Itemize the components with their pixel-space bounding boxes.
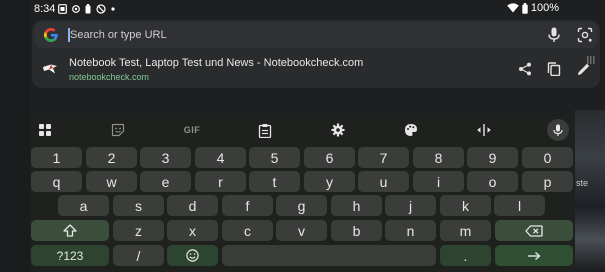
status-bar: 8:34 100%	[30, 0, 575, 18]
google-logo-icon	[44, 28, 58, 42]
wifi-icon	[507, 3, 519, 13]
edit-pencil-icon[interactable]	[577, 62, 591, 76]
keyboard-toolbar: GIF	[30, 117, 575, 143]
key-b[interactable]: b	[331, 220, 382, 241]
lens-icon[interactable]	[577, 27, 593, 43]
key-j[interactable]: j	[385, 195, 436, 216]
key-h[interactable]: h	[331, 195, 382, 216]
key-v[interactable]: v	[276, 220, 327, 241]
copy-icon[interactable]	[547, 62, 561, 76]
key-7[interactable]: 7	[358, 147, 409, 168]
screen: ste 8:34 100% Search or type URL Noteboo…	[0, 0, 605, 272]
share-icon[interactable]	[518, 62, 532, 76]
key-e[interactable]: e	[140, 171, 191, 192]
status-time: 8:34	[34, 3, 56, 15]
key-1[interactable]: 1	[31, 147, 82, 168]
vpn-icon	[72, 5, 80, 13]
key-f[interactable]: f	[222, 195, 273, 216]
key-x[interactable]: x	[167, 220, 218, 241]
go-key[interactable]	[495, 245, 573, 266]
emoji-icon	[186, 249, 199, 262]
key-p[interactable]: p	[522, 171, 573, 192]
shift-key[interactable]	[31, 220, 109, 241]
key-u[interactable]: u	[358, 171, 409, 192]
site-favicon-icon	[43, 64, 57, 74]
key-o[interactable]: o	[467, 171, 518, 192]
background-partial-text: ste	[576, 178, 589, 188]
search-input[interactable]	[70, 24, 470, 46]
key-5[interactable]: 5	[249, 147, 300, 168]
search-bar[interactable]	[34, 22, 598, 48]
shift-icon	[63, 224, 77, 237]
left-edge	[0, 0, 30, 272]
mic-icon[interactable]	[547, 27, 561, 43]
key-8[interactable]: 8	[413, 147, 464, 168]
clipboard-icon[interactable]	[250, 117, 280, 143]
key-z[interactable]: z	[113, 220, 164, 241]
key-9[interactable]: 9	[467, 147, 518, 168]
period-key[interactable]: .	[440, 245, 491, 266]
voice-input-icon[interactable]	[547, 119, 569, 141]
key-i[interactable]: i	[413, 171, 464, 192]
backspace-icon	[525, 224, 543, 237]
cursor-move-icon[interactable]	[469, 117, 499, 143]
key-6[interactable]: 6	[304, 147, 355, 168]
key-c[interactable]: c	[222, 220, 273, 241]
battery-icon	[522, 2, 528, 14]
battery-percent: 100%	[530, 2, 559, 14]
key-3[interactable]: 3	[140, 147, 191, 168]
apps-icon[interactable]	[30, 117, 60, 143]
key-m[interactable]: m	[440, 220, 491, 241]
keyboard: GIF 1 2 3 4 5 6 7 8 9 0 q w e r t y u i …	[30, 117, 575, 272]
slash-key[interactable]: /	[113, 245, 164, 266]
key-g[interactable]: g	[276, 195, 327, 216]
key-a[interactable]: a	[58, 195, 109, 216]
settings-icon[interactable]	[323, 117, 353, 143]
key-w[interactable]: w	[86, 171, 137, 192]
battery-saver-icon	[85, 4, 91, 14]
screen-record-icon	[58, 4, 67, 14]
emoji-key[interactable]	[167, 245, 218, 266]
dot-icon	[111, 7, 115, 11]
key-s[interactable]: s	[113, 195, 164, 216]
key-2[interactable]: 2	[86, 147, 137, 168]
do-not-disturb-icon	[96, 4, 106, 14]
symbols-key[interactable]: ?123	[31, 245, 109, 266]
key-d[interactable]: d	[167, 195, 218, 216]
space-key[interactable]	[222, 245, 436, 266]
suggestion-title: Notebook Test, Laptop Test und News - No…	[69, 57, 364, 69]
key-k[interactable]: k	[440, 195, 491, 216]
key-r[interactable]: r	[195, 171, 246, 192]
theme-palette-icon[interactable]	[396, 117, 426, 143]
key-4[interactable]: 4	[195, 147, 246, 168]
arrow-right-icon	[528, 251, 541, 260]
key-t[interactable]: t	[249, 171, 300, 192]
key-q[interactable]: q	[31, 171, 82, 192]
background-page: ste	[575, 110, 605, 272]
suggestion-url: notebookcheck.com	[69, 72, 150, 82]
key-y[interactable]: y	[304, 171, 355, 192]
backspace-key[interactable]	[495, 220, 573, 241]
key-n[interactable]: n	[385, 220, 436, 241]
key-l[interactable]: l	[494, 195, 545, 216]
sticker-icon[interactable]	[103, 117, 133, 143]
suggestion-item[interactable]: Notebook Test, Laptop Test und News - No…	[34, 52, 598, 86]
key-0[interactable]: 0	[522, 147, 573, 168]
gif-button[interactable]: GIF	[177, 117, 207, 143]
